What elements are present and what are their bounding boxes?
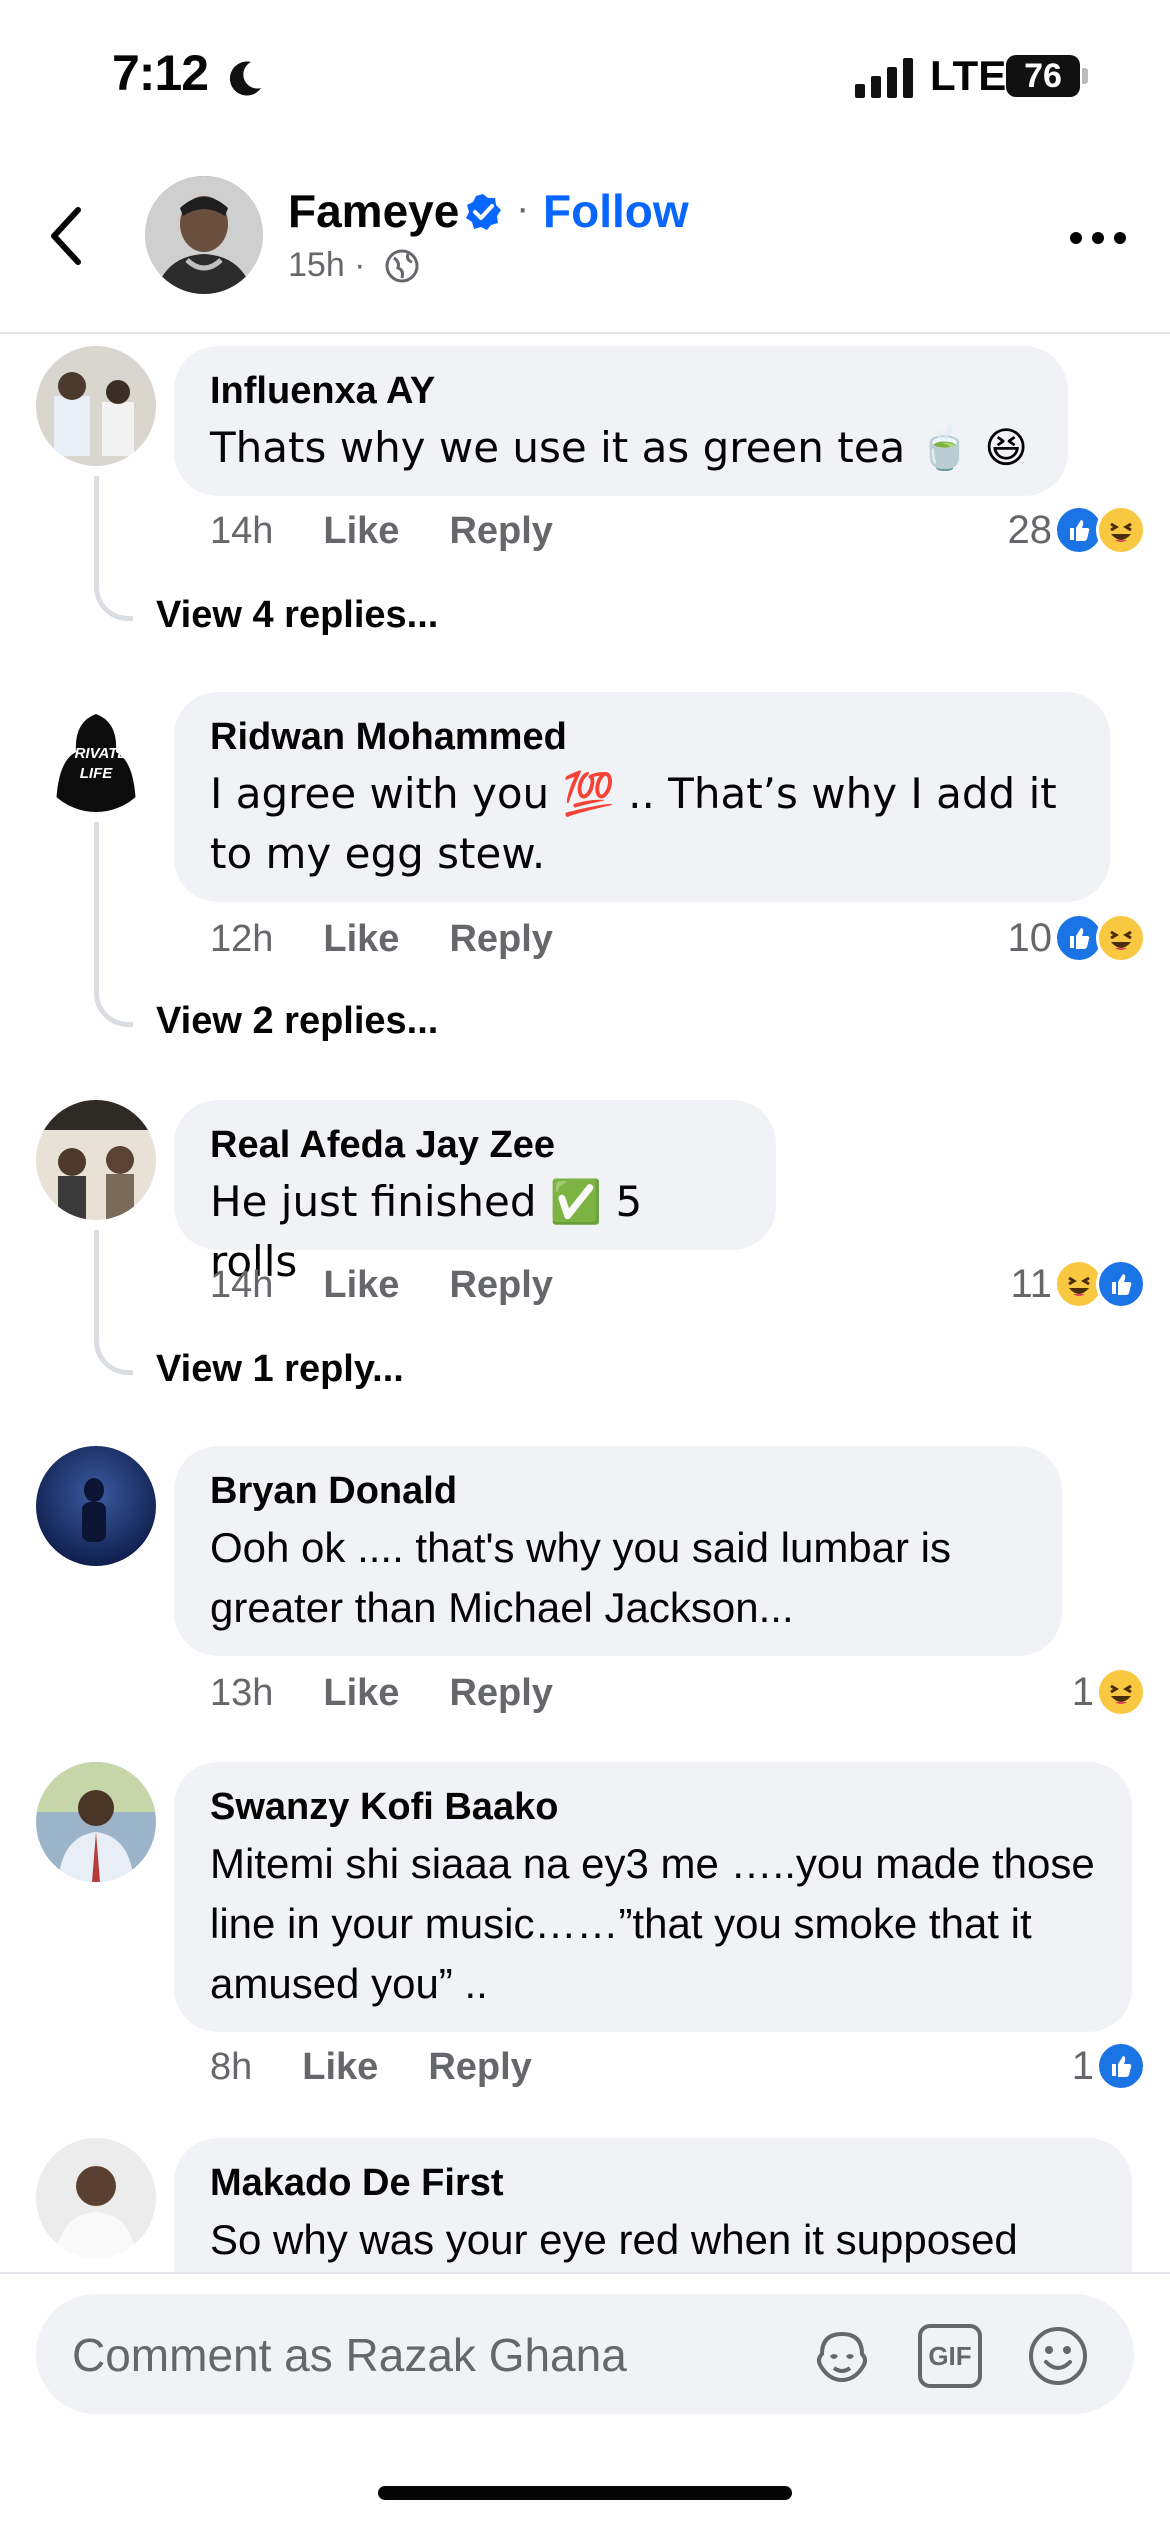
comment-author[interactable]: Makado De First	[210, 2160, 1096, 2206]
reply-action[interactable]: Reply	[449, 510, 552, 552]
home-indicator	[378, 2486, 792, 2500]
verified-badge-icon	[466, 194, 501, 230]
comment-bubble[interactable]: Bryan Donald Ooh ok .... that's why you …	[174, 1446, 1062, 1656]
avatar-text-line: LIFE	[79, 765, 113, 782]
battery-icon: 76	[1006, 55, 1080, 97]
reaction-summary[interactable]: 10	[1007, 912, 1146, 964]
more-options-icon[interactable]	[1068, 230, 1128, 246]
network-label: LTE	[930, 52, 1007, 99]
comment-text: Ooh ok .... that's why you said lumbar i…	[210, 1524, 952, 1631]
like-action[interactable]: Like	[323, 1264, 399, 1306]
back-arrow-icon[interactable]	[46, 206, 86, 266]
view-replies-link[interactable]: View 4 replies...	[156, 594, 438, 637]
commenter-avatar[interactable]	[36, 2138, 156, 2258]
comment-bubble[interactable]: Influenxa AY Thats why we use it as gree…	[174, 346, 1068, 496]
like-action[interactable]: Like	[323, 918, 399, 960]
avatar-image	[36, 1446, 156, 1566]
like-icon	[1096, 1259, 1146, 1309]
comment-bubble[interactable]: Swanzy Kofi Baako Mitemi shi siaaa na ey…	[174, 1762, 1132, 2032]
like-icon	[1096, 2041, 1146, 2091]
comment-bubble[interactable]: Ridwan Mohammed I agree with you 💯 .. Th…	[174, 692, 1110, 902]
page-avatar[interactable]	[145, 176, 263, 294]
comment-actions: 14h Like Reply	[210, 510, 603, 553]
comment-author[interactable]: Swanzy Kofi Baako	[210, 1784, 1096, 1830]
view-replies-link[interactable]: View 2 replies...	[156, 1000, 438, 1043]
comment-author[interactable]: Ridwan Mohammed	[210, 714, 1074, 760]
avatar-image	[36, 2138, 156, 2258]
reply-action[interactable]: Reply	[449, 918, 552, 960]
avatar-image	[36, 1762, 156, 1882]
globe-icon	[385, 249, 419, 283]
comment-input-placeholder: Comment as Razak Ghana	[72, 2329, 627, 2381]
battery-tip	[1082, 68, 1088, 84]
comment-actions: 12h Like Reply	[210, 918, 603, 961]
comment-item: Makado De First So why was your eye red …	[0, 2138, 1170, 2272]
status-bar: 7:12 LTE 76	[0, 0, 1170, 150]
comment-time: 14h	[210, 1264, 274, 1306]
separator-dot: ·	[516, 186, 530, 230]
comment-input[interactable]: Comment as Razak Ghana GIF	[36, 2294, 1134, 2414]
thread-line	[94, 822, 133, 1027]
reaction-summary[interactable]: 11	[1010, 1258, 1146, 1310]
comment-actions: 14h Like Reply	[210, 1264, 603, 1307]
comment-author[interactable]: Bryan Donald	[210, 1468, 1026, 1514]
view-replies-link[interactable]: View 1 reply...	[156, 1348, 404, 1391]
page-name[interactable]: Fameye	[288, 184, 459, 238]
reply-action[interactable]: Reply	[428, 2046, 531, 2088]
commenter-avatar[interactable]	[36, 1100, 156, 1220]
haha-icon	[1096, 1667, 1146, 1717]
comment-bubble[interactable]: Makado De First So why was your eye red …	[174, 2138, 1132, 2272]
commenter-avatar[interactable]	[36, 1762, 156, 1882]
like-action[interactable]: Like	[323, 1672, 399, 1714]
gif-icon[interactable]: GIF	[918, 2324, 982, 2388]
comment-text: Thats why we use it as green tea 🍵 😆	[210, 423, 1029, 472]
comment-time: 8h	[210, 2046, 253, 2088]
comment-actions: 8h Like Reply	[210, 2046, 582, 2089]
post-header: Fameye · Follow 15h ·	[0, 150, 1170, 334]
follow-button[interactable]: Follow	[543, 184, 689, 238]
reaction-count: 1	[1071, 1669, 1094, 1714]
comment-actions: 13h Like Reply	[210, 1672, 603, 1715]
comment-text: So why was your eye red when it supposed	[210, 2216, 1018, 2263]
like-action[interactable]: Like	[323, 510, 399, 552]
moon-icon	[229, 61, 261, 96]
like-action[interactable]: Like	[302, 2046, 378, 2088]
reaction-summary[interactable]: 1	[1072, 1666, 1146, 1718]
commenter-avatar[interactable]: PRIVATE LIFE	[36, 692, 156, 812]
avatar-image	[145, 176, 263, 294]
thread-line	[94, 476, 133, 621]
reaction-summary[interactable]: 28	[1007, 504, 1146, 556]
comment-time: 12h	[210, 918, 274, 960]
commenter-avatar[interactable]	[36, 1446, 156, 1566]
avatar-image	[36, 1100, 156, 1220]
signal-icon	[855, 58, 913, 98]
post-time: 15h ·	[288, 246, 366, 284]
reply-action[interactable]: Reply	[449, 1264, 552, 1306]
comment-author[interactable]: Real Afeda Jay Zee	[210, 1122, 740, 1168]
reaction-count: 1	[1071, 2043, 1094, 2088]
comment-text: Mitemi shi siaaa na ey3 me …..you made t…	[210, 1840, 1095, 2007]
thread-line	[94, 1230, 133, 1375]
avatar-image	[36, 346, 156, 466]
reaction-count: 28	[1007, 507, 1053, 552]
avatar-text-line: PRIVATE	[64, 745, 128, 762]
comment-bubble[interactable]: Real Afeda Jay Zee He just finished ✅ 5 …	[174, 1100, 776, 1286]
reaction-summary[interactable]: 1	[1072, 2040, 1146, 2092]
avatar-sticker-icon[interactable]	[810, 2324, 874, 2388]
avatar-text: PRIVATE LIFE	[36, 744, 156, 784]
comment-author[interactable]: Influenxa AY	[210, 368, 1032, 414]
comment-time: 14h	[210, 510, 274, 552]
emoji-icon[interactable]	[1026, 2324, 1090, 2388]
reaction-count: 11	[1010, 1261, 1052, 1306]
reply-action[interactable]: Reply	[449, 1672, 552, 1714]
reaction-count: 10	[1007, 915, 1053, 960]
status-time: 7:12	[112, 45, 209, 101]
haha-icon	[1096, 505, 1146, 555]
haha-icon	[1096, 913, 1146, 963]
commenter-avatar[interactable]	[36, 346, 156, 466]
comment-time: 13h	[210, 1672, 274, 1714]
comment-text: I agree with you 💯 .. That’s why I add i…	[210, 769, 1057, 878]
